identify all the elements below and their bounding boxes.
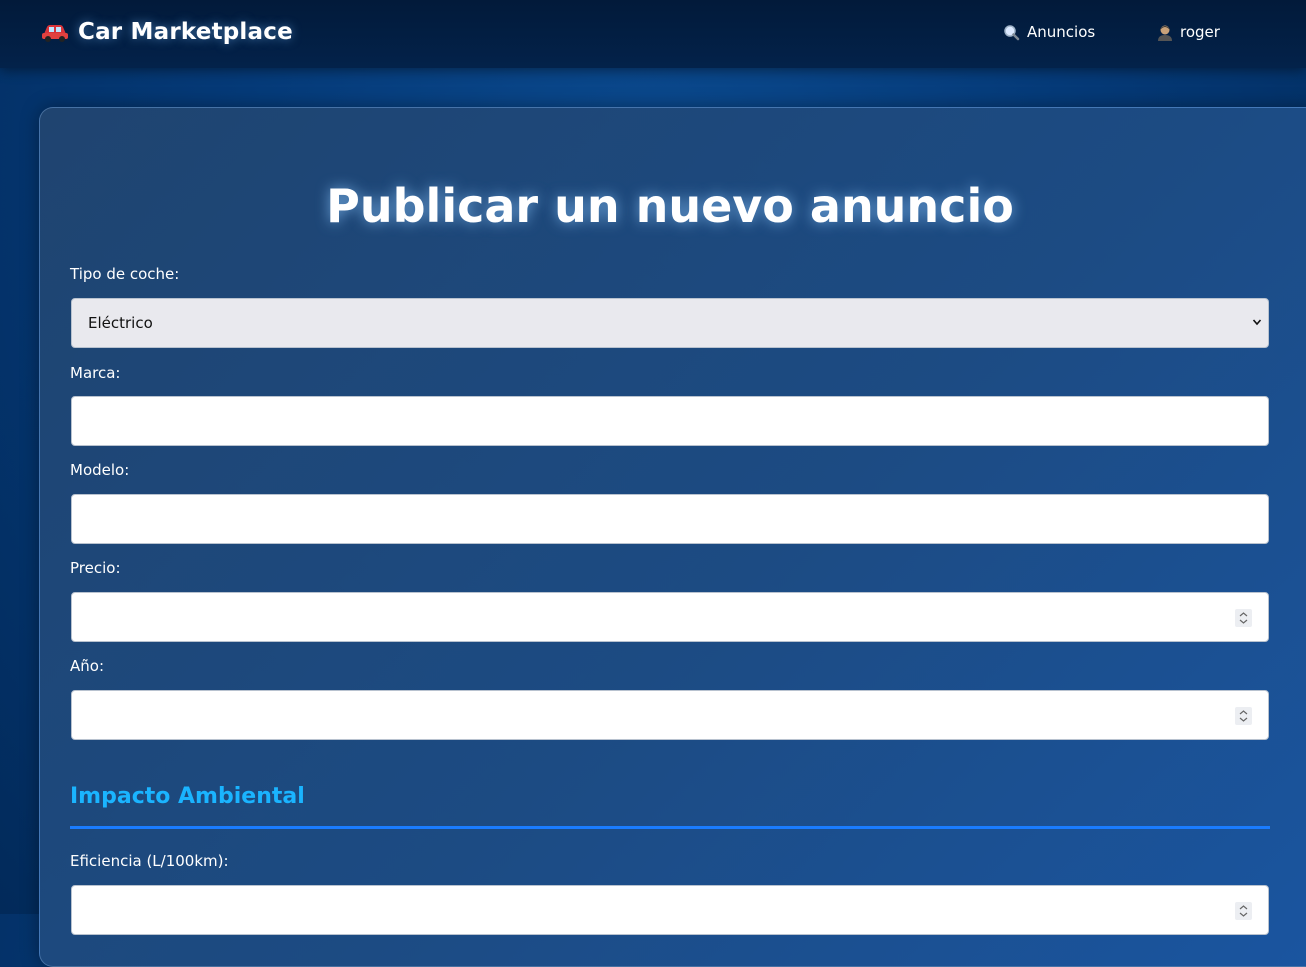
number-spinner-icon[interactable]: [1235, 707, 1252, 725]
nav-link-anuncios[interactable]: Anuncios: [1003, 20, 1095, 44]
modelo-input[interactable]: [71, 494, 1269, 544]
user-icon: [1158, 25, 1172, 41]
number-spinner-icon[interactable]: [1235, 902, 1252, 920]
marca-input[interactable]: [71, 396, 1269, 446]
tipo-select[interactable]: Eléctrico: [71, 298, 1269, 348]
nav-link-anuncios-label[interactable]: Anuncios: [1027, 23, 1095, 41]
brand-name[interactable]: Car Marketplace: [78, 19, 293, 45]
tipo-select-value: Eléctrico: [88, 314, 153, 332]
marca-label: Marca:: [70, 364, 121, 382]
page-title: Publicar un nuevo anuncio: [326, 179, 1014, 233]
brand-logo[interactable]: Car Marketplace: [40, 16, 293, 48]
precio-label: Precio:: [70, 559, 121, 577]
modelo-label: Modelo:: [70, 461, 130, 479]
top-navbar: Car Marketplace Anuncios roger: [0, 0, 1306, 68]
nav-user-name[interactable]: roger: [1180, 23, 1220, 41]
nav-link-user[interactable]: roger: [1157, 20, 1220, 44]
anio-label: Año:: [70, 657, 104, 675]
section-divider: [70, 826, 1270, 829]
precio-input[interactable]: [71, 592, 1269, 642]
chevron-down-icon: [1252, 319, 1262, 326]
impacto-section-title: Impacto Ambiental: [70, 784, 305, 809]
number-spinner-icon[interactable]: [1235, 609, 1252, 627]
eficiencia-label: Eficiencia (L/100km):: [70, 852, 229, 870]
search-icon: [1004, 24, 1020, 40]
eficiencia-input[interactable]: [71, 885, 1269, 935]
anio-input[interactable]: [71, 690, 1269, 740]
car-icon: [42, 25, 68, 42]
tipo-label: Tipo de coche:: [70, 265, 180, 283]
